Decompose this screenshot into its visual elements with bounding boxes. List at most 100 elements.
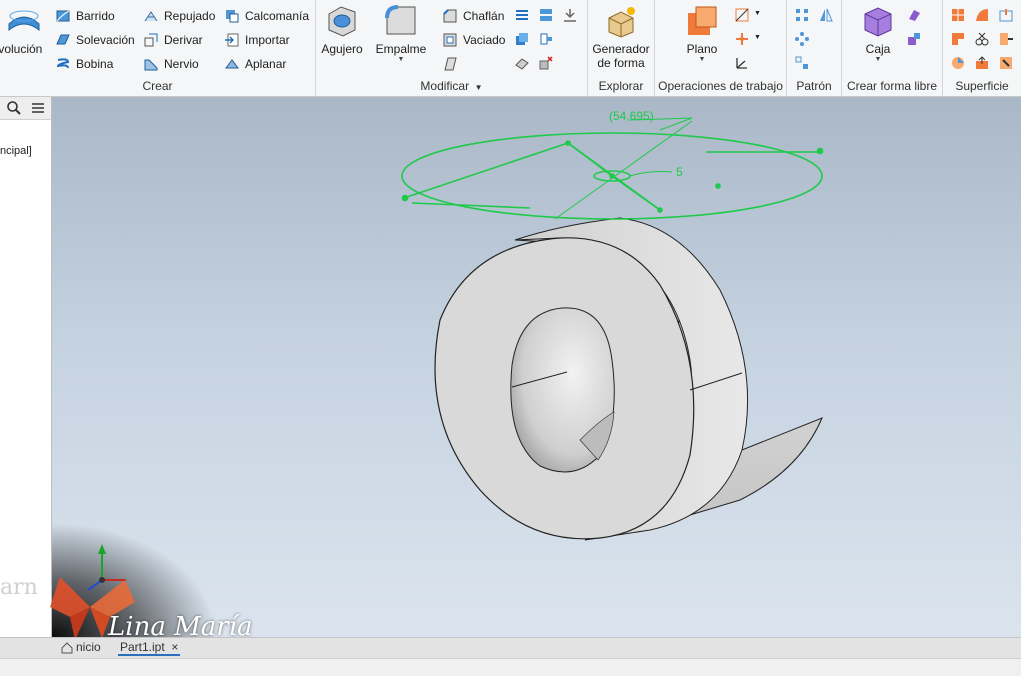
chaflan-button[interactable]: Chaflán xyxy=(442,6,504,26)
direct-edit-icon[interactable] xyxy=(538,55,554,71)
stitch-icon[interactable] xyxy=(950,7,966,23)
agujero-button[interactable]: Agujero xyxy=(320,4,364,56)
barrido-button[interactable]: Barrido xyxy=(55,6,115,26)
generador-label-1: Generador xyxy=(592,42,650,56)
small-dimension[interactable]: 5 xyxy=(676,165,683,179)
aplanar-button[interactable]: Aplanar xyxy=(224,54,286,74)
search-icon[interactable] xyxy=(6,100,22,119)
extend-icon[interactable] xyxy=(998,31,1014,47)
learn-watermark: arn xyxy=(0,575,38,600)
sketch-point[interactable] xyxy=(401,194,409,202)
bobina-label: Bobina xyxy=(76,57,114,71)
sketch-point[interactable] xyxy=(565,140,571,146)
thicken-offset-icon[interactable] xyxy=(998,7,1014,23)
draft-button[interactable] xyxy=(442,54,463,74)
nervio-button[interactable]: Nervio xyxy=(143,54,199,74)
sketch-point[interactable] xyxy=(715,183,721,189)
diameter-dimension[interactable]: (54,695) xyxy=(609,109,654,123)
sketch-point[interactable] xyxy=(657,207,663,213)
fillet-icon xyxy=(384,4,418,38)
boundary-patch-icon[interactable] xyxy=(950,31,966,47)
calcomania-label: Calcomanía xyxy=(245,9,310,23)
revolution-icon xyxy=(7,4,41,38)
repujado-button[interactable]: Repujado xyxy=(143,6,215,26)
revolucion-button[interactable]: evolución xyxy=(0,4,48,56)
menu-icon[interactable] xyxy=(30,100,46,119)
panel-crear: evolución Barrido Solevación Bobina Repu… xyxy=(0,0,316,96)
browser-header xyxy=(0,97,51,120)
thread-icon[interactable] xyxy=(514,7,530,23)
work-point-icon[interactable] xyxy=(734,31,750,47)
unwrap-icon xyxy=(224,56,240,72)
importar-button[interactable]: Importar xyxy=(224,30,290,50)
solevacion-label: Solevación xyxy=(76,33,135,47)
panel-title-patron[interactable]: Patrón xyxy=(787,79,841,93)
extruded-part[interactable] xyxy=(434,217,823,541)
derivar-button[interactable]: Derivar xyxy=(143,30,203,50)
calcomania-button[interactable]: Calcomanía xyxy=(224,6,309,26)
sculpt-icon[interactable] xyxy=(974,55,990,71)
repujado-label: Repujado xyxy=(164,9,216,23)
sketch-center-point[interactable] xyxy=(609,173,615,179)
browser-tree-item[interactable]: ncipal] xyxy=(0,145,32,157)
model-canvas[interactable]: (54,695) 5 xyxy=(52,97,1021,637)
plano-button[interactable]: Plano ▼ xyxy=(681,4,723,64)
close-icon[interactable]: × xyxy=(168,640,178,654)
panel-title-superficie[interactable]: Superficie xyxy=(943,79,1021,93)
replace-face-icon[interactable] xyxy=(950,55,966,71)
aplanar-label: Aplanar xyxy=(245,57,287,71)
trim-icon[interactable] xyxy=(974,31,990,47)
convert-freeform-icon[interactable] xyxy=(906,31,922,47)
bobina-button[interactable]: Bobina xyxy=(55,54,113,74)
ucs-icon[interactable] xyxy=(734,55,750,71)
barrido-label: Barrido xyxy=(76,9,115,23)
plano-label: Plano xyxy=(686,42,718,56)
sweep-icon xyxy=(55,8,71,24)
panel-title-explorar[interactable]: Explorar xyxy=(588,79,654,93)
tab-part1[interactable]: Part1.ipt × xyxy=(118,640,181,656)
chevron-down-icon: ▼ xyxy=(397,56,405,63)
graphics-viewport[interactable]: (54,695) 5 xyxy=(52,97,1021,637)
generador-label-2: de forma xyxy=(597,56,645,70)
generador-de-forma-button[interactable]: Generador de forma xyxy=(591,4,651,70)
caja-label: Caja xyxy=(865,42,891,56)
ribbon: evolución Barrido Solevación Bobina Repu… xyxy=(0,0,1021,97)
work-axis-icon[interactable] xyxy=(734,7,750,23)
panel-title-modificar[interactable]: Modificar ▼ xyxy=(316,79,587,93)
freeform-face-icon[interactable] xyxy=(906,7,922,23)
modificar-label: Modificar xyxy=(420,79,470,93)
thicken-icon[interactable] xyxy=(514,31,530,47)
caja-button[interactable]: Caja ▼ xyxy=(860,4,896,64)
split-icon[interactable] xyxy=(538,7,554,23)
chevron-down-icon: ▼ xyxy=(754,34,761,41)
sketch-profile[interactable] xyxy=(401,117,824,220)
agujero-label: Agujero xyxy=(321,42,363,56)
panel-title-crear[interactable]: Crear xyxy=(0,79,315,93)
import-icon xyxy=(224,32,240,48)
sketch-point[interactable] xyxy=(816,147,824,155)
importar-label: Importar xyxy=(245,33,290,47)
copy-object-icon[interactable] xyxy=(538,31,554,47)
model-browser: ncipal] xyxy=(0,97,52,637)
delete-face-icon[interactable] xyxy=(514,55,530,71)
panel-title-forma-libre[interactable]: Crear forma libre xyxy=(842,79,942,93)
rib-icon xyxy=(143,56,159,72)
mirror-icon[interactable] xyxy=(818,7,834,23)
circular-pattern-icon[interactable] xyxy=(794,31,810,47)
sketch-pattern-icon[interactable] xyxy=(794,55,810,71)
solevacion-button[interactable]: Solevación xyxy=(55,30,135,50)
empalme-button[interactable]: Empalme ▼ xyxy=(374,4,428,64)
document-tabbar: nicio Part1.ipt × xyxy=(0,637,1021,658)
repair-icon[interactable] xyxy=(998,55,1014,71)
panel-title-operaciones[interactable]: Operaciones de trabajo xyxy=(655,79,786,93)
work-plane-icon xyxy=(685,4,719,38)
vaciado-button[interactable]: Vaciado xyxy=(442,30,505,50)
status-bar xyxy=(0,658,1021,676)
tab-home[interactable]: nicio xyxy=(76,640,101,654)
decal-icon xyxy=(224,8,240,24)
freeform-box-icon xyxy=(861,4,895,38)
home-icon[interactable] xyxy=(60,641,74,658)
combine-icon[interactable] xyxy=(562,7,578,23)
rectangular-pattern-icon[interactable] xyxy=(794,7,810,23)
patch-icon[interactable] xyxy=(974,7,990,23)
